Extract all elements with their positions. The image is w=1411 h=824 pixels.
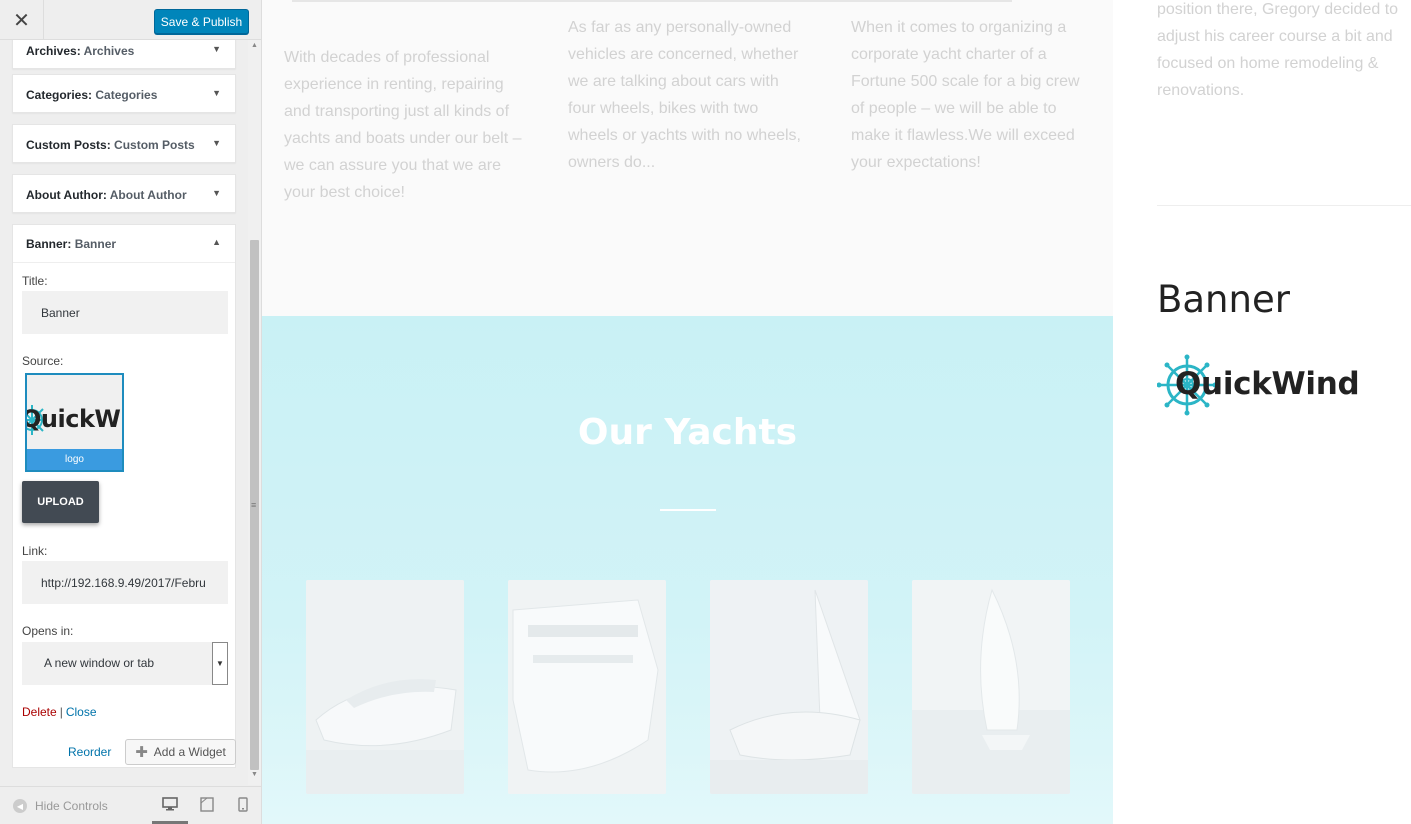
yacht-image <box>710 580 868 794</box>
opens-in-label: Opens in: <box>22 624 74 638</box>
widget-name: Custom Posts <box>26 138 107 152</box>
save-publish-button[interactable]: Save & Publish <box>154 9 249 34</box>
hide-controls-button[interactable]: ◀ Hide Controls <box>13 799 108 813</box>
plus-icon: ✚ <box>135 744 148 761</box>
widget-title: Custom Posts <box>114 138 195 152</box>
our-yachts-section: Our Yachts <box>262 316 1113 824</box>
thumbnail-caption: logo <box>27 449 122 470</box>
hide-controls-label: Hide Controls <box>35 799 108 813</box>
upload-button[interactable]: UPLOAD <box>22 481 99 523</box>
expand-arrow-icon[interactable]: ▼ <box>212 188 221 198</box>
section-divider <box>292 0 1012 2</box>
delete-link[interactable]: Delete <box>22 705 57 719</box>
yacht-card-1[interactable] <box>306 580 464 794</box>
banner-widget-title: Banner <box>1157 278 1290 321</box>
widget-banner-header[interactable]: Banner: Banner ▲ <box>13 225 235 263</box>
site-preview: With decades of professional experience … <box>262 0 1411 824</box>
widget-banner: Banner: Banner ▲ Title: Banner Source: Q… <box>12 224 236 768</box>
widget-categories[interactable]: Categories: Categories ▼ <box>12 74 236 113</box>
title-input[interactable]: Banner <box>22 291 228 334</box>
opens-in-select[interactable]: A new window or tab ▼ <box>22 642 228 685</box>
customizer-header: ✕ Save & Publish <box>0 0 261 40</box>
scroll-grip-icon: ≡ <box>251 500 257 510</box>
widget-archives[interactable]: Archives: Archives ▼ <box>12 40 236 69</box>
banner-logo-text: QuickWind <box>1175 366 1360 402</box>
widget-name: About Author <box>26 188 103 202</box>
yacht-image <box>508 580 666 794</box>
yacht-card-2[interactable] <box>508 580 666 794</box>
customizer-footer: ◀ Hide Controls <box>0 786 261 824</box>
section-title: Our Yachts <box>577 412 798 453</box>
scroll-down-arrow-icon[interactable]: ▼ <box>248 771 261 783</box>
widget-name: Archives <box>26 44 77 58</box>
source-label: Source: <box>22 354 64 368</box>
widget-title: Categories <box>95 88 158 102</box>
link-label: Link: <box>22 544 48 558</box>
mobile-icon[interactable] <box>234 797 252 813</box>
widget-about-author[interactable]: About Author: About Author ▼ <box>12 174 236 213</box>
customizer-sidebar: Archives: Archives ▼ Categories: Categor… <box>0 0 262 824</box>
close-link[interactable]: Close <box>66 705 97 719</box>
collapse-arrow-icon[interactable]: ▲ <box>212 237 221 247</box>
widget-name: Categories <box>26 88 89 102</box>
expand-arrow-icon[interactable]: ▼ <box>212 138 221 148</box>
opens-in-value: A new window or tab <box>44 656 155 670</box>
yacht-card-3[interactable] <box>710 580 868 794</box>
yacht-image <box>912 580 1070 794</box>
source-image-thumbnail[interactable]: QuickWind logo <box>25 373 124 472</box>
widget-title: About Author <box>109 188 187 202</box>
services-section: With decades of professional experience … <box>262 0 1113 316</box>
title-label: Title: <box>22 274 48 288</box>
widget-divider <box>1157 205 1411 206</box>
about-author-text: position there, Gregory decided to adjus… <box>1157 1 1399 99</box>
reorder-link[interactable]: Reorder <box>68 745 111 759</box>
title-underline <box>660 509 716 511</box>
widget-title: Banner <box>74 237 117 251</box>
close-customizer-icon[interactable]: ✕ <box>0 0 44 40</box>
tablet-icon[interactable] <box>198 797 216 813</box>
widget-custom-posts[interactable]: Custom Posts: Custom Posts ▼ <box>12 124 236 163</box>
yacht-image <box>306 580 464 794</box>
service-text-1: With decades of professional experience … <box>284 49 522 201</box>
widget-title: Archives <box>83 44 135 58</box>
expand-arrow-icon[interactable]: ▼ <box>212 88 221 98</box>
expand-arrow-icon[interactable]: ▼ <box>212 44 221 54</box>
link-input[interactable]: http://192.168.9.49/2017/Febru <box>22 561 228 604</box>
action-separator: | <box>59 705 63 719</box>
thumbnail-logo-text: QuickWind <box>25 405 122 433</box>
widgets-panel: Archives: Archives ▼ Categories: Categor… <box>0 40 248 785</box>
desktop-icon[interactable] <box>161 797 179 813</box>
service-text-3: When it comes to organizing a corporate … <box>851 19 1080 171</box>
add-widget-label: Add a Widget <box>153 745 226 759</box>
sidebar-widgets-preview: position there, Gregory decided to adjus… <box>1113 0 1411 824</box>
scroll-up-arrow-icon[interactable]: ▲ <box>248 42 261 54</box>
add-widget-button[interactable]: ✚ Add a Widget <box>125 739 236 765</box>
service-text-2: As far as any personally-owned vehicles … <box>568 19 801 171</box>
banner-logo-link[interactable]: QuickWind <box>1157 352 1367 420</box>
widget-actions: Delete | Close <box>22 705 97 719</box>
collapse-arrow-icon: ◀ <box>13 799 27 813</box>
widget-name: Banner <box>26 237 68 251</box>
panel-scrollbar[interactable]: ▲ ≡ ▼ <box>248 40 261 785</box>
yacht-card-4[interactable] <box>912 580 1070 794</box>
dropdown-arrow-icon[interactable]: ▼ <box>212 642 228 685</box>
